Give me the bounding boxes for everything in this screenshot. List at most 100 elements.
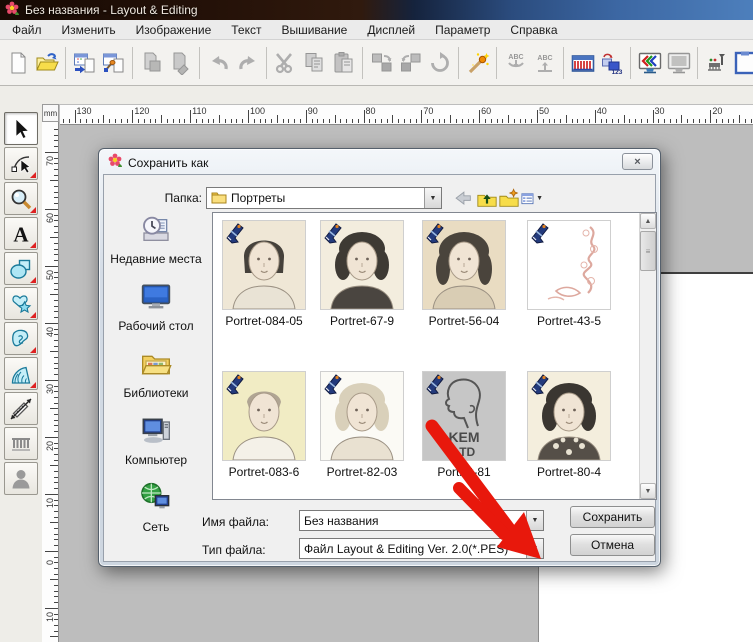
place-item-computer[interactable]: Компьютер [106, 414, 206, 467]
filetype-dropdown-button[interactable]: ▼ [526, 539, 543, 558]
dialog-title: Сохранить как [128, 156, 208, 170]
place-item-recent-places[interactable]: Недавние места [106, 213, 206, 266]
zoom-tool[interactable] [4, 182, 38, 215]
place-item-desktop[interactable]: Рабочий стол [106, 280, 206, 333]
up-one-level-button[interactable] [476, 188, 498, 209]
file-thumbnail-Portret-084-05[interactable] [222, 220, 306, 310]
file-label[interactable]: Portret-82-03 [312, 465, 412, 479]
paste-button [329, 48, 358, 78]
stitch-tool[interactable] [4, 427, 38, 460]
view-menu-button[interactable]: ▼ [521, 188, 543, 209]
file-thumbnail-Portret-80-4[interactable] [527, 371, 611, 461]
measure-tool[interactable] [4, 392, 38, 425]
file-label[interactable]: Portret-67-9 [312, 314, 412, 328]
portrait-tool[interactable] [4, 462, 38, 495]
h-ruler-label: 60 [481, 106, 491, 116]
file-label[interactable]: Portret-43-5 [519, 314, 619, 328]
recent-places-icon [139, 213, 173, 250]
file-thumbnail-Portret-81[interactable]: KEM LTD [422, 371, 506, 461]
file-thumbnail-Portret-56-04[interactable] [422, 220, 506, 310]
file-thumbnail-Portret-82-03[interactable] [320, 371, 404, 461]
cut-button [271, 48, 300, 78]
file-label[interactable]: Portret-81 [414, 465, 514, 479]
filename-dropdown-button[interactable]: ▼ [526, 511, 543, 530]
back-button [452, 188, 474, 209]
outline-tool[interactable] [4, 322, 38, 355]
svg-text:KEM: KEM [448, 429, 479, 445]
sewing-order-button[interactable]: 123 [597, 48, 626, 78]
menu-item-2[interactable]: Изменить [52, 21, 126, 39]
folder-dropdown-button[interactable]: ▼ [424, 188, 441, 208]
file-label[interactable]: Portret-56-04 [414, 314, 514, 328]
menu-item-6[interactable]: Дисплей [357, 21, 425, 39]
scroll-down-button[interactable]: ▼ [640, 483, 656, 499]
place-item-network[interactable]: Сеть [106, 481, 206, 534]
stitch-simulator-button[interactable] [702, 48, 731, 78]
text-tool[interactable]: A [4, 217, 38, 250]
file-thumbnail-Portret-43-5[interactable] [527, 220, 611, 310]
dialog-title-bar[interactable]: Сохранить как [108, 153, 208, 172]
h-ruler-label: 40 [597, 106, 607, 116]
menu-item-4[interactable]: Текст [221, 21, 271, 39]
file-list-scrollbar[interactable]: ▲ ≡ ▼ [639, 213, 656, 499]
magic-wand-button[interactable] [463, 48, 492, 78]
filename-combobox[interactable]: Без названия ▼ [299, 510, 544, 531]
svg-text:ABC: ABC [508, 54, 523, 61]
menu-item-8[interactable]: Справка [500, 21, 567, 39]
application-window: Без названия - Layout & Editing ФайлИзме… [0, 0, 753, 642]
text-on-arc-button: ABC [501, 48, 530, 78]
open-file-button[interactable] [32, 48, 61, 78]
h-ruler-label: 70 [423, 106, 433, 116]
new-folder-button[interactable] [498, 188, 520, 209]
file-thumbnail-Portret-67-9[interactable] [320, 220, 404, 310]
svg-text:A: A [13, 222, 29, 246]
menu-item-1[interactable]: Файл [2, 21, 52, 39]
h-ruler-label: 110 [192, 106, 206, 116]
star-shapes-tool[interactable] [4, 287, 38, 320]
h-ruler-label: 100 [250, 106, 265, 116]
open-image-button[interactable] [99, 48, 128, 78]
point-edit-tool[interactable] [4, 147, 38, 180]
select-tool[interactable] [4, 112, 38, 145]
folder-label: Папка: [158, 191, 202, 205]
cancel-button[interactable]: Отмена [570, 534, 655, 556]
scrollbar-thumb[interactable]: ≡ [640, 231, 656, 271]
file-thumbnail-Portret-083-6[interactable] [222, 371, 306, 461]
manual-punch-tool[interactable] [4, 357, 38, 390]
file-label[interactable]: Portret-083-6 [214, 465, 314, 479]
shapes-tool[interactable] [4, 252, 38, 285]
text-transform-button: ABC [530, 48, 559, 78]
thread-chart-button[interactable] [568, 48, 597, 78]
file-label[interactable]: Portret-80-4 [519, 465, 619, 479]
dialog-close-button[interactable]: × [622, 153, 653, 170]
place-item-libraries[interactable]: Библиотеки [106, 347, 206, 400]
menu-item-3[interactable]: Изображение [126, 21, 222, 39]
menu-item-7[interactable]: Параметр [425, 21, 500, 39]
ruler-unit-box: mm [42, 104, 59, 122]
computer-icon [139, 414, 173, 451]
file-label[interactable]: Portret-084-05 [214, 314, 314, 328]
place-label: Сеть [143, 521, 170, 534]
design-preview-button[interactable] [635, 48, 664, 78]
toolbar-separator [458, 47, 459, 79]
h-ruler-label: 90 [308, 106, 318, 116]
rotate-left-object-button [367, 48, 396, 78]
menu-item-5[interactable]: Вышивание [271, 21, 357, 39]
folder-combobox[interactable]: Портреты ▼ [206, 187, 442, 209]
place-label: Недавние места [110, 253, 201, 266]
toolbar-separator [132, 47, 133, 79]
pes-file-overlay-icon [528, 372, 552, 396]
dialog-flower-icon [108, 153, 122, 172]
new-document-button[interactable] [3, 48, 32, 78]
import-design-button[interactable] [70, 48, 99, 78]
toolbar-separator [697, 47, 698, 79]
pes-file-overlay-icon [321, 372, 345, 396]
filename-label: Имя файла: [202, 515, 269, 529]
scroll-up-button[interactable]: ▲ [640, 213, 656, 229]
places-bar: Недавние места Рабочий стол Библиотеки Комп… [106, 213, 206, 548]
filetype-label: Тип файла: [202, 543, 266, 557]
clipboard-edge-button[interactable] [731, 48, 753, 78]
save-button[interactable]: Сохранить [570, 506, 655, 528]
place-label: Компьютер [125, 454, 187, 467]
filetype-combobox[interactable]: Файл Layout & Editing Ver. 2.0(*.PES) ▼ [299, 538, 544, 559]
